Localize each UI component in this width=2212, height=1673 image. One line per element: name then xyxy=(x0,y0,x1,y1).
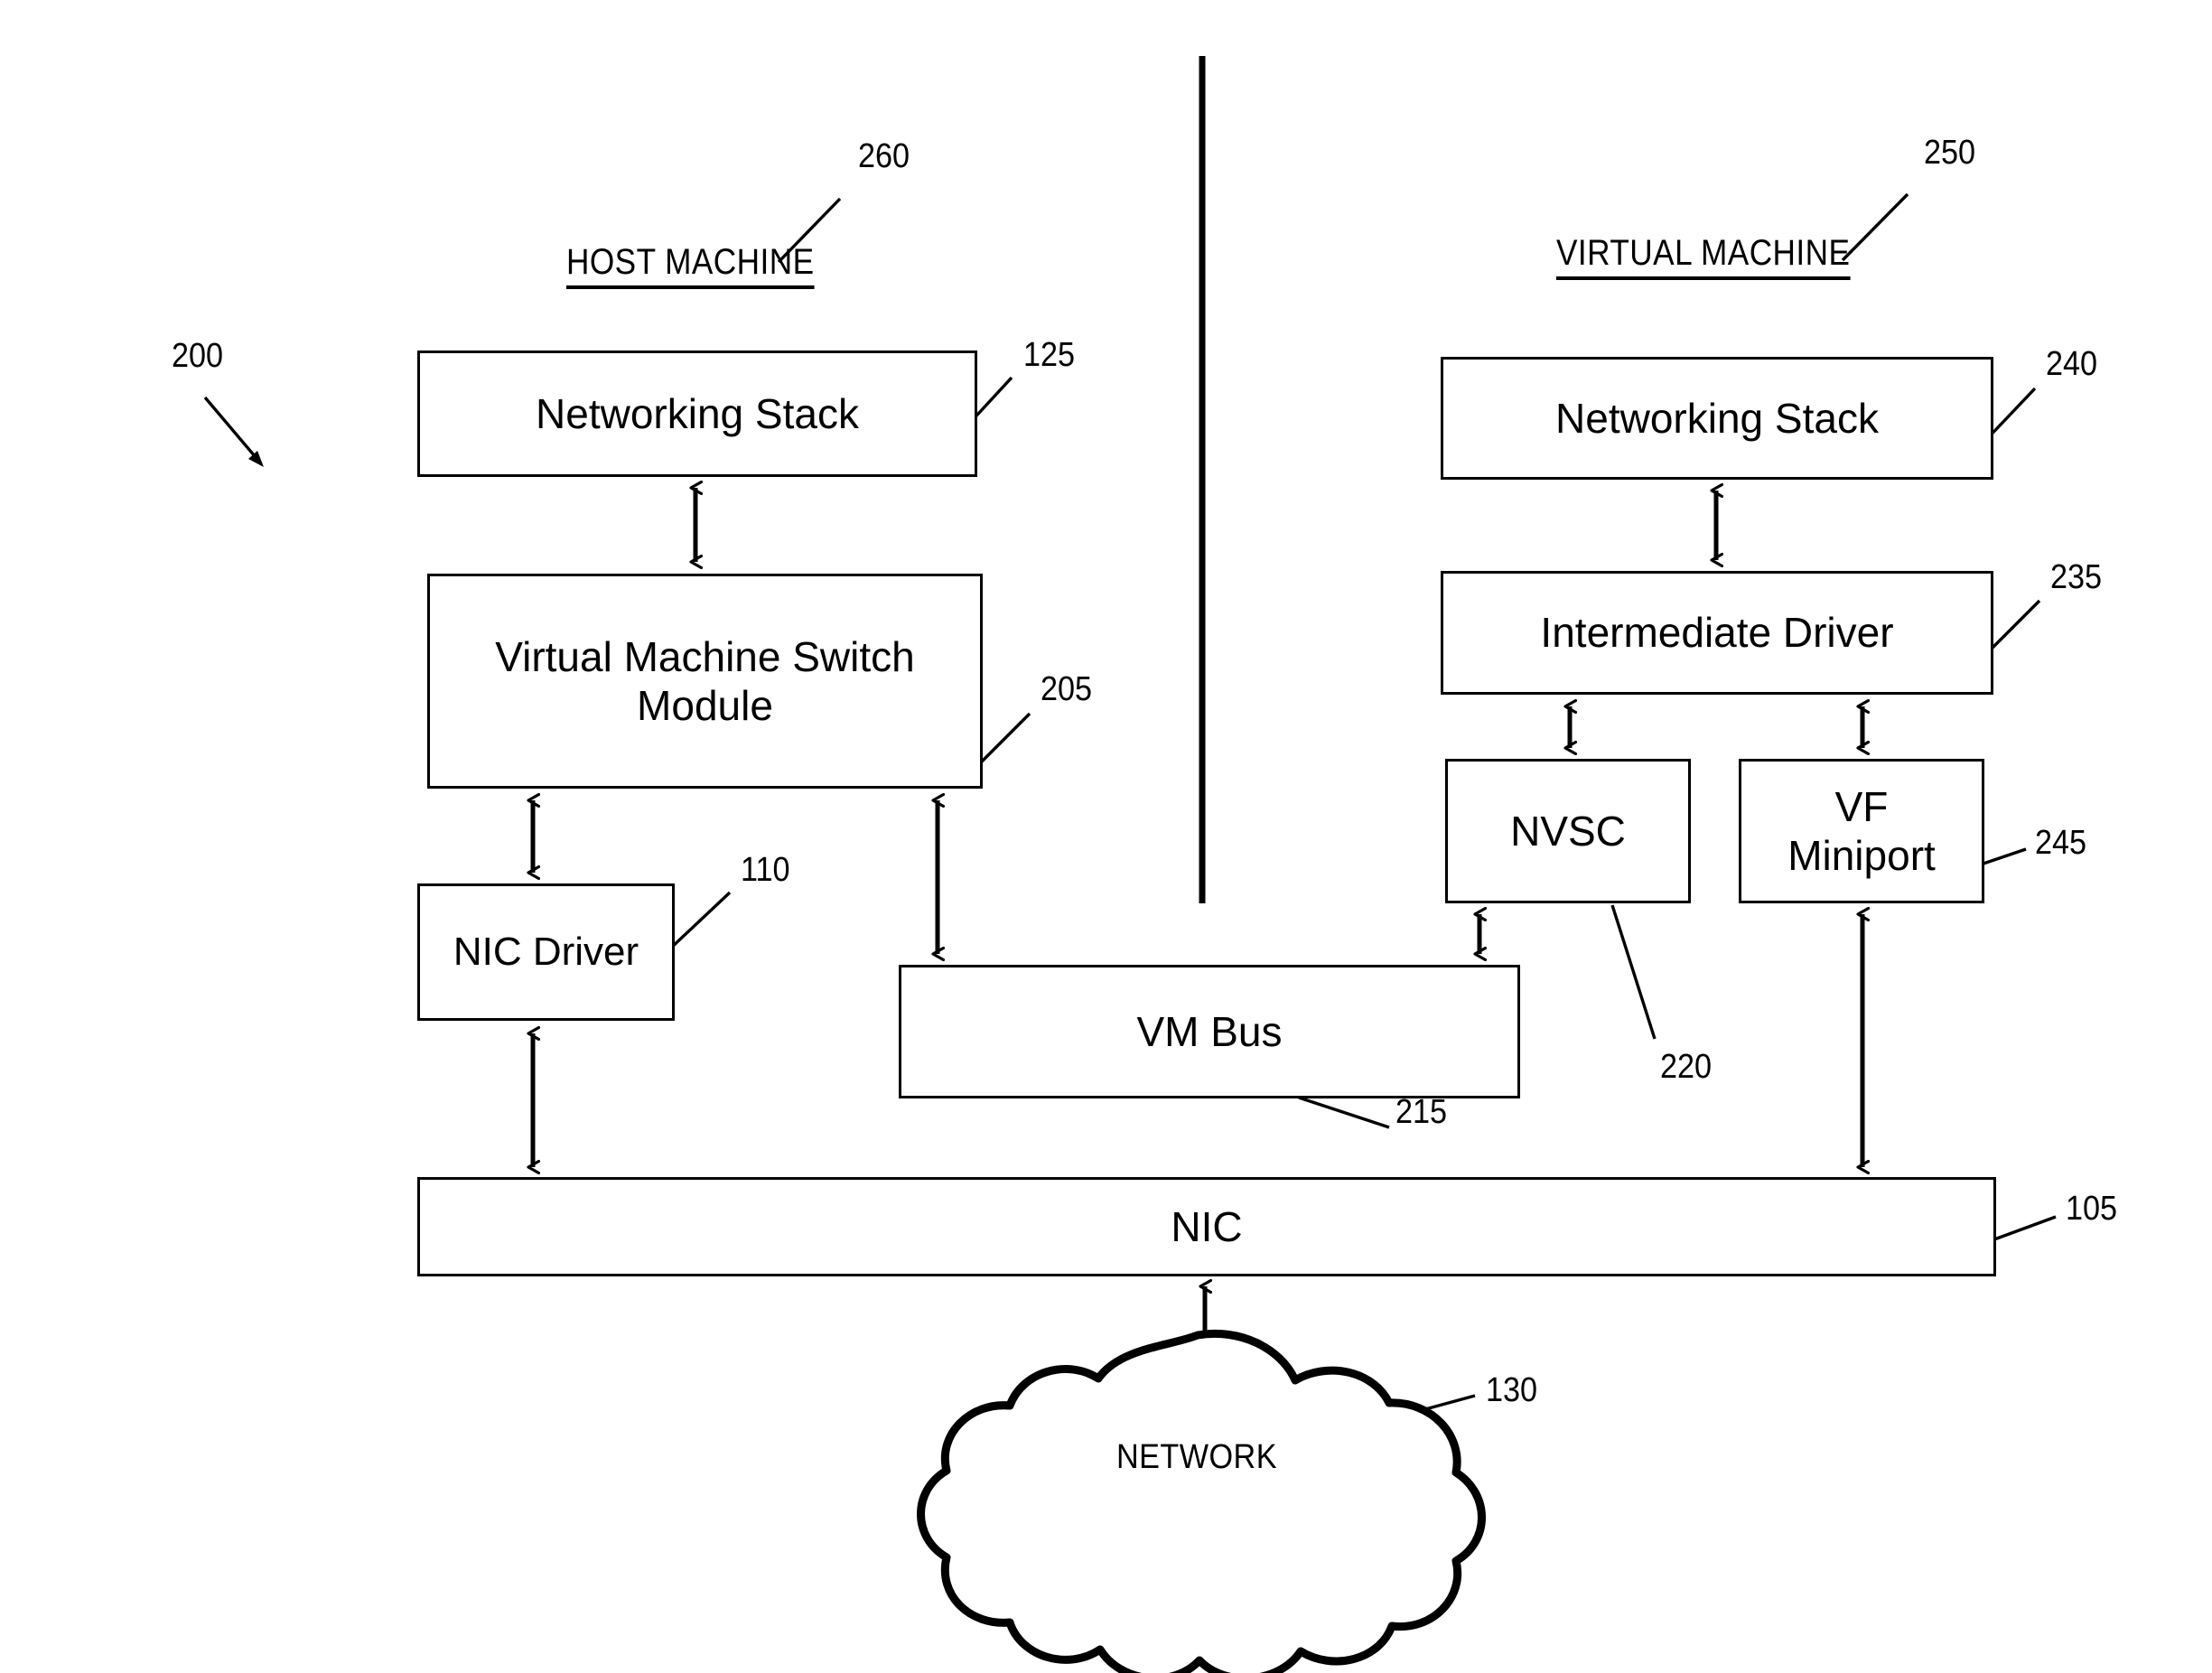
box-networking-stack-host-label: Networking Stack xyxy=(536,389,859,437)
host-machine-title-text: HOST MACHINE xyxy=(566,242,815,289)
section-title-virtual-machine: VIRTUAL MACHINE xyxy=(1556,233,1851,280)
box-vm-bus[interactable]: VM Bus xyxy=(899,965,1520,1098)
ref-numeral-235: 235 xyxy=(2050,558,2103,596)
ref-numeral-250: 250 xyxy=(1924,134,1976,172)
ref-numeral-240: 240 xyxy=(2046,345,2098,383)
box-nvsc[interactable]: NVSC xyxy=(1445,759,1691,903)
ref-numeral-200: 200 xyxy=(172,337,224,375)
box-virtual-machine-switch-module-label: Virtual Machine Switch Module xyxy=(495,632,915,729)
ref-numeral-245: 245 xyxy=(2035,824,2087,862)
ref-numeral-205: 205 xyxy=(1041,670,1093,708)
network-cloud-label: NETWORK xyxy=(1116,1438,1277,1476)
box-vm-bus-label: VM Bus xyxy=(1136,1007,1283,1055)
box-networking-stack-host[interactable]: Networking Stack xyxy=(417,350,977,477)
box-nic-driver-label: NIC Driver xyxy=(453,930,639,975)
leader-220 xyxy=(1610,904,1657,1040)
box-vf-miniport-label: VF Miniport xyxy=(1787,782,1936,879)
ref-numeral-130: 130 xyxy=(1486,1371,1538,1409)
box-nic-label: NIC xyxy=(1171,1202,1243,1250)
box-nic-driver[interactable]: NIC Driver xyxy=(417,883,675,1021)
leader-200 xyxy=(203,396,264,467)
leader-245 xyxy=(1977,847,2027,867)
box-virtual-machine-switch-module[interactable]: Virtual Machine Switch Module xyxy=(427,574,983,789)
leader-250 xyxy=(1841,192,1909,262)
box-nvsc-label: NVSC xyxy=(1510,807,1626,855)
box-networking-stack-vm[interactable]: Networking Stack xyxy=(1441,357,1993,480)
box-intermediate-driver-label: Intermediate Driver xyxy=(1540,609,1894,657)
section-title-host-machine: HOST MACHINE xyxy=(566,242,815,289)
box-vf-miniport[interactable]: VF Miniport xyxy=(1739,759,1984,903)
network-cloud-shape xyxy=(917,1329,1486,1673)
ref-numeral-260: 260 xyxy=(858,137,910,175)
leader-105 xyxy=(1993,1215,2057,1241)
ref-numeral-110: 110 xyxy=(741,851,790,889)
box-intermediate-driver[interactable]: Intermediate Driver xyxy=(1441,571,1993,695)
ref-numeral-220: 220 xyxy=(1660,1048,1713,1086)
ref-numeral-125: 125 xyxy=(1023,336,1076,374)
box-nic[interactable]: NIC xyxy=(417,1177,1996,1276)
ref-numeral-215: 215 xyxy=(1395,1093,1448,1131)
leader-130 xyxy=(1424,1394,1476,1411)
patent-figure-canvas: HOST MACHINE VIRTUAL MACHINE Networking … xyxy=(0,0,2212,1673)
leader-215 xyxy=(1298,1096,1390,1129)
leader-110 xyxy=(667,891,732,952)
ref-numeral-105: 105 xyxy=(2066,1190,2118,1228)
virtual-machine-title-text: VIRTUAL MACHINE xyxy=(1556,233,1851,280)
box-networking-stack-vm-label: Networking Stack xyxy=(1555,394,1879,442)
